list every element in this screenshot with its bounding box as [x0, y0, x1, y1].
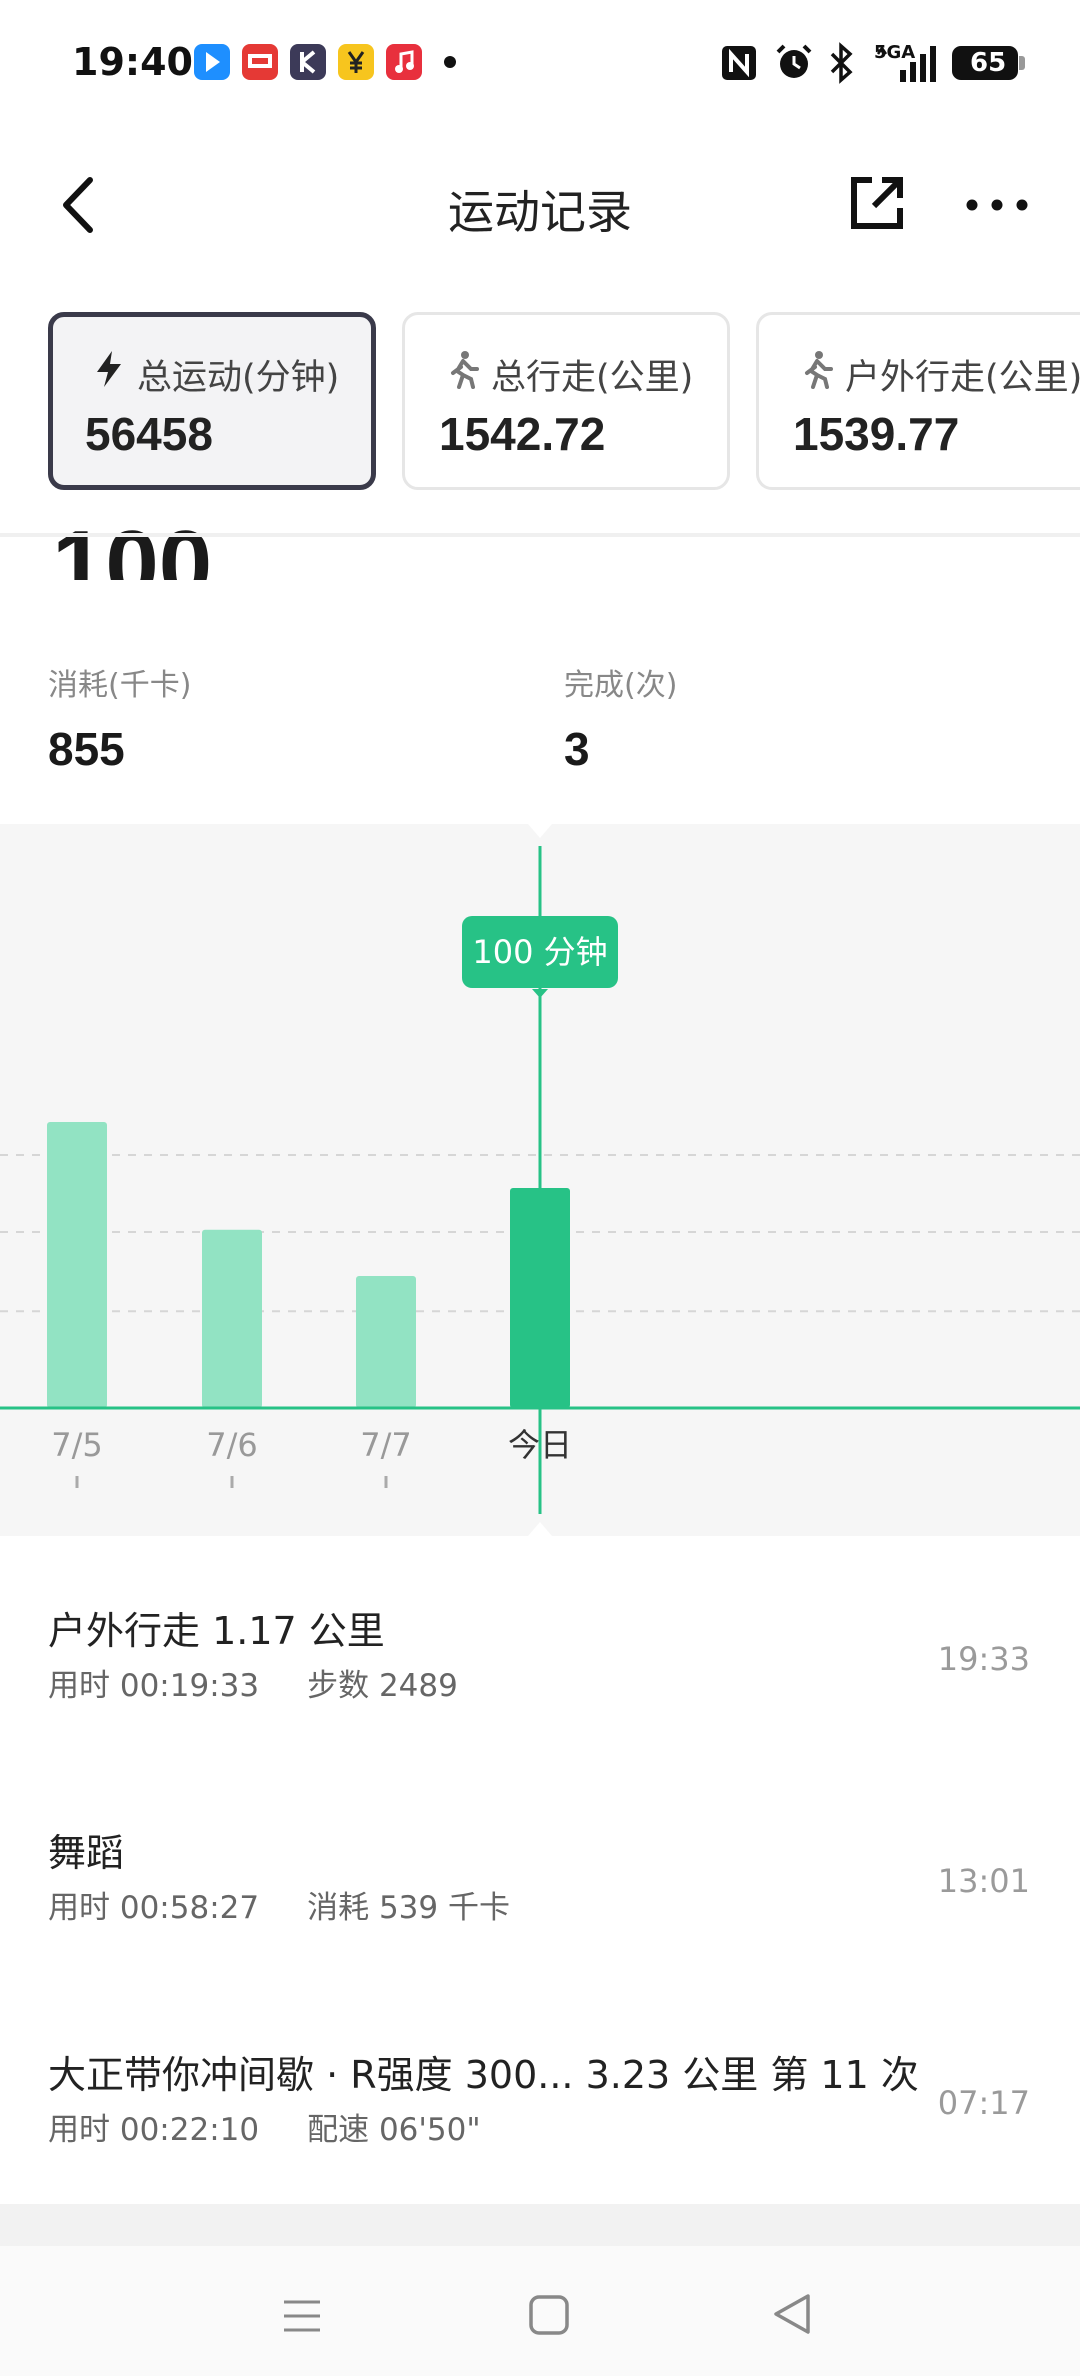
more-notifications-dot	[444, 56, 456, 68]
record-metric: 步数 2489	[307, 1668, 458, 1704]
alarm-icon	[776, 44, 812, 78]
bottom-divider	[0, 2204, 1080, 2246]
signal-icon	[876, 45, 936, 82]
music-app-icon	[386, 44, 422, 80]
walking-icon	[451, 351, 479, 389]
chart-bar	[202, 1229, 262, 1408]
calories-value: 855	[48, 723, 125, 775]
selection-notch-top	[528, 824, 552, 838]
recents-button[interactable]	[282, 2296, 322, 2336]
list-item[interactable]: 户外行走 1.17 公里 用时 00:19:33 步数 2489 19:33	[0, 1600, 1080, 1822]
completed-value: 3	[564, 723, 590, 775]
summary-card-outdoor-walking[interactable]: 户外行走(公里) 1539.77	[756, 312, 1080, 490]
k-app-icon	[290, 44, 326, 80]
calories-label: 消耗(千卡)	[48, 668, 192, 703]
record-metric: 配速 06'50"	[307, 2112, 481, 2148]
walking-icon	[805, 351, 833, 389]
share-button[interactable]	[846, 172, 908, 234]
status-bar: 19:40 5GA 65	[0, 0, 1080, 130]
completed-label: 完成(次)	[564, 668, 678, 703]
summary-card-total-walking[interactable]: 总行走(公里) 1542.72	[402, 312, 730, 490]
record-title: 户外行走 1.17 公里	[48, 1609, 385, 1653]
record-duration: 用时 00:58:27	[48, 1890, 260, 1926]
chart-bar	[510, 1188, 570, 1408]
record-title: 舞蹈	[48, 1831, 125, 1875]
record-duration: 用时 00:22:10	[48, 2112, 260, 2148]
kuaidi-app-icon	[242, 44, 278, 80]
card-value: 1539.77	[793, 408, 960, 460]
card-value: 56458	[85, 408, 213, 460]
selection-notch-bottom	[528, 1522, 552, 1536]
record-details: 用时 00:58:27 消耗 539 千卡	[48, 1882, 510, 1927]
yen-app-icon	[338, 44, 374, 80]
lightning-icon	[97, 351, 121, 387]
summary-card-total-exercise[interactable]: 总运动(分钟) 56458	[48, 312, 376, 490]
chart-x-tick-label: 7/5	[51, 1426, 103, 1464]
more-button[interactable]	[962, 170, 1032, 240]
bluetooth-icon	[830, 42, 853, 84]
page-title: 运动记录	[448, 185, 632, 239]
list-item[interactable]: 舞蹈 用时 00:58:27 消耗 539 千卡 13:01	[0, 1822, 1080, 2044]
chart-x-tick-label: 今日	[508, 1426, 572, 1464]
nfc-icon	[722, 46, 756, 80]
record-time: 07:17	[937, 2084, 1030, 2122]
card-label: 户外行走(公里)	[845, 358, 1080, 398]
card-value: 1542.72	[439, 408, 606, 460]
back-nav-button[interactable]	[770, 2292, 814, 2336]
chart-x-tick-label: 7/7	[360, 1426, 412, 1464]
chart-bar	[47, 1122, 107, 1408]
record-title: 大正带你冲间歇 · R强度 300... 3.23 公里 第 11 次	[48, 2053, 919, 2097]
chart-bar	[356, 1276, 416, 1408]
record-details: 用时 00:22:10 配速 06'50"	[48, 2104, 481, 2149]
card-label: 总运动(分钟)	[137, 358, 340, 398]
chart-x-tick-label: 7/6	[206, 1426, 258, 1464]
system-nav-bar	[0, 2246, 1080, 2376]
card-label: 总行走(公里)	[491, 358, 694, 398]
record-metric: 消耗 539 千卡	[307, 1890, 510, 1926]
record-time: 19:33	[937, 1640, 1030, 1678]
today-minutes-value: 100	[52, 511, 213, 580]
divider	[0, 533, 1080, 537]
chart-tooltip: 100 分钟	[462, 916, 618, 988]
record-time: 13:01	[937, 1862, 1030, 1900]
record-details: 用时 00:19:33 步数 2489	[48, 1660, 458, 1705]
tooltip-pointer	[532, 989, 548, 998]
home-button[interactable]	[528, 2294, 570, 2336]
bluesky-app-icon	[194, 44, 230, 80]
record-duration: 用时 00:19:33	[48, 1668, 260, 1704]
battery-icon: 65	[952, 46, 1025, 80]
status-time: 19:40	[72, 40, 193, 84]
